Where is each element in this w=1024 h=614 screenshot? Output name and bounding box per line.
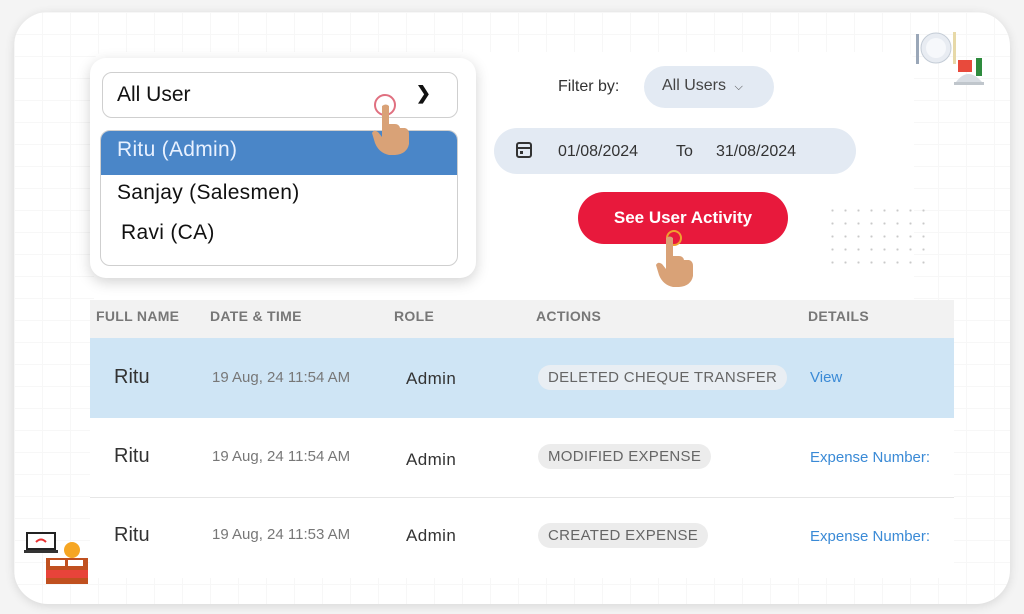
- full-name: Ritu: [114, 366, 150, 388]
- hotel-room-icon: [24, 532, 88, 584]
- date-time: 19 Aug, 24 11:54 AM: [212, 448, 351, 465]
- date-to[interactable]: 31/08/2024: [716, 143, 796, 161]
- user-option[interactable]: Sanjay (Salesmen): [101, 175, 457, 215]
- role: Admin: [406, 369, 457, 388]
- dot-grid-decoration: [826, 204, 930, 264]
- action-badge: CREATED EXPENSE: [538, 523, 709, 548]
- column-header[interactable]: ROLE: [394, 308, 434, 324]
- pointer-hand-icon: [656, 236, 693, 287]
- column-header[interactable]: FULL NAME: [96, 308, 179, 324]
- column-header[interactable]: DATE & TIME: [210, 308, 302, 324]
- filter-select[interactable]: All Users ⌵: [644, 66, 774, 108]
- date-time: 19 Aug, 24 11:54 AM: [212, 369, 351, 386]
- details-link[interactable]: View: [810, 369, 842, 386]
- table-row[interactable]: Ritu 19 Aug, 24 11:54 AM Admin MODIFIED …: [90, 418, 954, 498]
- app-card: All User ❯ Ritu (Admin) Sanjay (Salesmen…: [14, 12, 1010, 604]
- table-header: FULL NAME DATE & TIME ROLE ACTIONS DETAI…: [90, 300, 954, 338]
- user-dropdown-panel: All User ❯ Ritu (Admin) Sanjay (Salesmen…: [90, 58, 476, 278]
- full-name: Ritu: [114, 445, 150, 467]
- date-time: 19 Aug, 24 11:53 AM: [212, 526, 351, 543]
- dining-icon: [916, 32, 984, 85]
- date-separator: To: [676, 143, 693, 160]
- date-range-picker[interactable]: 01/08/2024 To 31/08/2024: [494, 128, 856, 174]
- role: Admin: [406, 450, 457, 469]
- column-header[interactable]: ACTIONS: [536, 308, 601, 324]
- role: Admin: [406, 526, 457, 545]
- chevron-down-icon: ⌵: [734, 81, 743, 93]
- user-select-value: All User: [117, 83, 191, 106]
- table-row[interactable]: Ritu 19 Aug, 24 11:54 AM Admin DELETED C…: [90, 338, 954, 418]
- date-from[interactable]: 01/08/2024: [558, 143, 638, 161]
- details-link[interactable]: Expense Number:: [810, 528, 930, 545]
- details-link[interactable]: Expense Number:: [810, 449, 930, 466]
- user-option[interactable]: Ravi (CA): [101, 215, 457, 255]
- full-name: Ritu: [114, 524, 150, 546]
- column-header[interactable]: DETAILS: [808, 308, 869, 324]
- table-row[interactable]: Ritu 19 Aug, 24 11:53 AM Admin CREATED E…: [90, 498, 954, 578]
- action-badge: MODIFIED EXPENSE: [538, 444, 712, 469]
- action-badge: DELETED CHEQUE TRANSFER: [538, 365, 788, 390]
- pointer-hand-icon: [372, 104, 409, 155]
- filter-select-value: All Users: [662, 77, 727, 94]
- chevron-down-icon: ❯: [415, 83, 431, 103]
- filter-label: Filter by:: [558, 78, 620, 95]
- calendar-icon: [516, 142, 532, 158]
